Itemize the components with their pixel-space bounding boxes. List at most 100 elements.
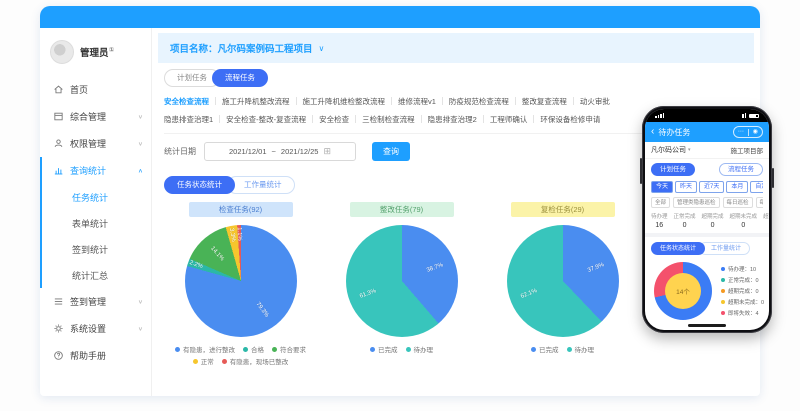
user-row[interactable]: 管理员①: [40, 34, 151, 76]
task-type-tabs: 计划任务 流程任务: [152, 63, 760, 92]
phone-filter-chip[interactable]: 每周巡检: [756, 197, 763, 208]
sidebar-menu: 首页综合管理∨权限管理∨查询统计∧任务统计表单统计签到统计统计汇总签到管理∨系统…: [40, 76, 151, 369]
sidebar-item-label: 权限管理: [70, 137, 106, 150]
pie-chart: 79.3%2.2%14.1%3.3%1.1%: [185, 225, 297, 337]
gear-icon: [53, 323, 65, 335]
phone-tab-process-task[interactable]: 流程任务: [719, 163, 763, 176]
phone-tab-workload-stats[interactable]: 工作量统计: [699, 242, 750, 255]
legend-dot: [721, 311, 725, 315]
date-range-input[interactable]: 2021/12/01 ~ 2021/12/25 ⊞: [204, 142, 356, 161]
separator: [483, 115, 484, 123]
tab-task-status-stats[interactable]: 任务状态统计: [164, 176, 235, 194]
phone-nav-bar: ‹ 待办任务 ⋯ ◉: [645, 122, 769, 142]
query-button[interactable]: 查询: [372, 142, 410, 161]
more-icon[interactable]: ⋯: [734, 129, 748, 135]
chevron-down-icon[interactable]: ▾: [688, 147, 691, 153]
sidebar-item-8[interactable]: 签到管理∨: [40, 288, 151, 315]
close-circle-icon[interactable]: ◉: [749, 129, 763, 135]
process-tab[interactable]: 施工升降机整改流程: [222, 96, 290, 107]
donut-legend-item: 待办理：10: [721, 265, 764, 273]
phone-filter-chip[interactable]: 每日巡检: [723, 197, 753, 208]
phone-stat: 超期未完成0: [730, 212, 758, 229]
legend-label: 即将失效：4: [728, 309, 759, 317]
phone-stat-value: 0: [702, 222, 724, 229]
phone-date-button[interactable]: 本月: [726, 181, 748, 193]
phone-tab-plan-task[interactable]: 计划任务: [651, 163, 695, 176]
donut-legend-item: 正常完成：0: [721, 276, 764, 284]
process-tab[interactable]: 安全检查: [319, 114, 349, 125]
sidebar-item-label: 查询统计: [70, 164, 106, 177]
legend-label: 已完成: [378, 344, 398, 354]
phone-date-button[interactable]: 昨天: [675, 181, 697, 193]
legend-label: 正常: [201, 356, 214, 366]
process-tab[interactable]: 施工升降机维检整改流程: [303, 96, 386, 107]
sidebar-item-6[interactable]: 签到统计: [40, 236, 151, 262]
chart-title: 检查任务(92): [189, 202, 293, 217]
legend-dot: [531, 347, 536, 352]
chevron-down-icon: ∨: [138, 113, 143, 119]
legend-dot: [175, 347, 180, 352]
chevron-down-icon[interactable]: ∨: [319, 44, 325, 53]
legend-item: 已完成: [531, 344, 559, 354]
date-separator: ~: [272, 147, 276, 156]
sidebar-item-0[interactable]: 首页: [40, 76, 151, 103]
company-selector[interactable]: 凡尔码公司: [651, 145, 686, 155]
phone-filter-chip[interactable]: 全部: [651, 197, 670, 208]
tab-process-task[interactable]: 流程任务: [212, 69, 268, 87]
process-tab[interactable]: 隐患排查治理1: [164, 114, 213, 125]
process-tab[interactable]: 隐患排查治理2: [428, 114, 477, 125]
legend-item: 合格: [243, 344, 264, 354]
sidebar-item-1[interactable]: 综合管理∨: [40, 103, 151, 130]
process-tab[interactable]: 防疫规范检查流程: [449, 96, 509, 107]
sidebar-item-label: 签到统计: [72, 243, 108, 256]
project-name-label: 项目名称：凡尔码案例码工程项目: [170, 41, 313, 55]
phone-date-buttons: 今天昨天近7天本月自定义: [651, 181, 763, 193]
process-tab[interactable]: 工程师确认: [490, 114, 528, 125]
legend-label: 合格: [251, 344, 264, 354]
user-name: 管理员①: [80, 45, 114, 59]
process-tab[interactable]: 三检制检查流程: [362, 114, 415, 125]
sidebar-item-label: 表单统计: [72, 217, 108, 230]
phone-date-button[interactable]: 今天: [651, 181, 673, 193]
legend-dot: [721, 300, 725, 304]
phone-date-button[interactable]: 自定义: [750, 181, 763, 193]
back-icon[interactable]: ‹: [651, 127, 654, 137]
pie-slice-label: 37.9%: [587, 262, 605, 274]
phone-tab-task-status-stats[interactable]: 任务状态统计: [651, 242, 705, 255]
sidebar-item-2[interactable]: 权限管理∨: [40, 130, 151, 157]
phone-date-button[interactable]: 近7天: [699, 181, 724, 193]
process-tab[interactable]: 安全检查流程: [164, 96, 209, 107]
phone-stat-label: 待办理: [651, 212, 668, 220]
project-header[interactable]: 项目名称：凡尔码案例码工程项目 ∨: [158, 33, 754, 63]
miniprogram-capsule[interactable]: ⋯ ◉: [733, 126, 763, 138]
process-tab[interactable]: 维修流程v1: [398, 96, 436, 107]
sidebar-item-4[interactable]: 任务统计: [40, 184, 151, 210]
phone-stat-tabs: 任务状态统计 工作量统计: [645, 237, 769, 255]
separator: [515, 97, 516, 105]
legend-label: 超期完成：0: [728, 287, 759, 295]
phone-filter-chip[interactable]: 管理类隐患巡检: [673, 197, 720, 208]
legend-dot: [222, 359, 227, 364]
sidebar-item-9[interactable]: 系统设置∨: [40, 315, 151, 342]
home-indicator[interactable]: [688, 324, 726, 327]
process-tab[interactable]: 动火审批: [580, 96, 610, 107]
process-tab[interactable]: 整改复查流程: [522, 96, 567, 107]
separator: [355, 115, 356, 123]
separator: [215, 97, 216, 105]
list-icon: [53, 296, 65, 308]
sidebar-item-7[interactable]: 统计汇总: [40, 262, 151, 288]
sidebar-item-5[interactable]: 表单统计: [40, 210, 151, 236]
separator: [442, 97, 443, 105]
process-tab[interactable]: 安全检查-整改-复查流程: [226, 114, 306, 125]
donut-center-label: 14个: [665, 273, 701, 309]
process-tab[interactable]: 环保设备检修申请: [540, 114, 600, 125]
tab-workload-stats[interactable]: 工作量统计: [227, 176, 295, 194]
phone-stat-label: 超期完成: [702, 212, 724, 220]
legend-dot: [721, 278, 725, 282]
sidebar-item-10[interactable]: 帮助手册: [40, 342, 151, 369]
user-icon: [53, 138, 65, 150]
pie-slice-label: 2.2%: [189, 260, 204, 270]
separator: [391, 97, 392, 105]
legend-item: 有隐患，进行整改: [175, 344, 235, 354]
sidebar-item-3[interactable]: 查询统计∧: [40, 157, 151, 184]
